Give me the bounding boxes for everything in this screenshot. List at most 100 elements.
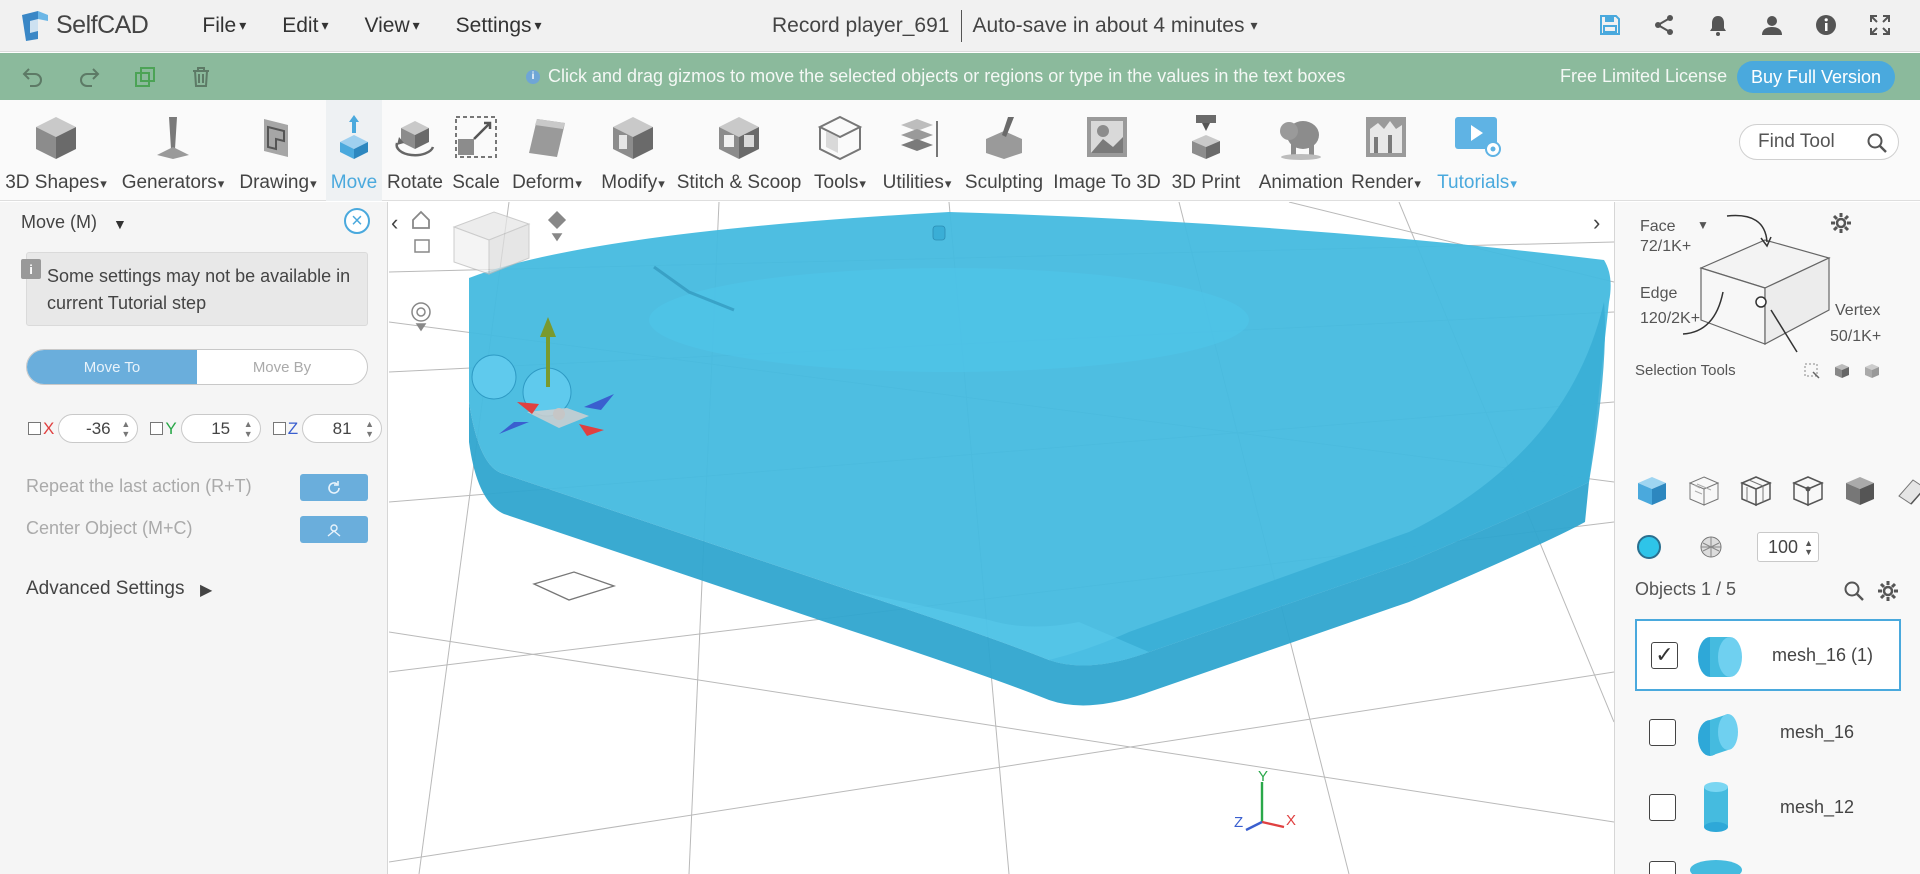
y-stepper-icon[interactable]: ▲ ▼ xyxy=(244,419,253,439)
menu-settings[interactable]: Settings xyxy=(438,14,560,38)
edge-mode-label[interactable]: Edge xyxy=(1640,285,1677,303)
tool-3d-print[interactable]: 3D Print xyxy=(1166,100,1246,201)
action-bar: i Click and drag gizmos to move the sele… xyxy=(0,53,1920,100)
menu-edit[interactable]: Edit xyxy=(264,14,346,38)
repeat-last-action-button[interactable] xyxy=(300,474,368,501)
sculpting-icon xyxy=(977,112,1031,162)
object-settings-gear-icon[interactable] xyxy=(1877,580,1899,607)
find-tool-search[interactable]: Find Tool xyxy=(1739,124,1899,160)
object-select-icon[interactable] xyxy=(1635,474,1669,508)
tool-label: Drawing xyxy=(239,172,316,194)
list-item[interactable]: mesh_16 xyxy=(1635,696,1901,768)
y-lock-checkbox[interactable] xyxy=(150,422,164,435)
tool-animation[interactable]: Animation xyxy=(1248,100,1354,201)
save-icon[interactable] xyxy=(1596,10,1624,40)
z-value: 81 xyxy=(332,418,352,438)
tool-utilities[interactable]: Utilities xyxy=(876,100,958,201)
vertex-select-icon[interactable] xyxy=(1791,474,1825,508)
move-to-option[interactable]: Move To xyxy=(27,350,197,384)
undo-icon[interactable] xyxy=(20,64,46,90)
tool-generators[interactable]: Generators xyxy=(116,100,230,201)
top-bar: SelfCAD File Edit View Settings Record p… xyxy=(0,0,1920,52)
share-icon[interactable] xyxy=(1650,10,1678,40)
opacity-stepper-icon[interactable]: ▲ ▼ xyxy=(1804,539,1813,557)
object-visibility-checkbox[interactable] xyxy=(1649,718,1676,746)
tool-sculpting[interactable]: Sculpting xyxy=(962,100,1046,201)
advanced-settings-toggle[interactable]: Advanced Settings xyxy=(26,578,184,600)
z-value-input[interactable]: 81 ▲ ▼ xyxy=(302,414,383,443)
drawing-icon xyxy=(251,112,305,162)
shell-select-icon[interactable] xyxy=(1843,474,1877,508)
object-search-icon[interactable] xyxy=(1843,580,1865,607)
tool-tutorials[interactable]: Tutorials xyxy=(1432,100,1522,201)
z-lock-checkbox[interactable] xyxy=(272,422,286,435)
panel-title-dropdown-icon[interactable]: ▼ xyxy=(113,216,127,232)
tool-label: 3D Print xyxy=(1171,172,1241,193)
redo-icon[interactable] xyxy=(76,64,102,90)
tool-label: Tutorials xyxy=(1437,172,1517,194)
deform-icon xyxy=(520,112,574,162)
tool-tools[interactable]: Tools xyxy=(808,100,872,201)
3d-viewport[interactable]: ‹ › Y X Z xyxy=(389,202,1614,874)
cube-icon xyxy=(29,112,83,162)
info-icon[interactable] xyxy=(1812,10,1840,40)
object-visibility-checkbox[interactable] xyxy=(1649,793,1676,821)
objects-header: Objects 1 / 5 xyxy=(1635,579,1737,599)
tool-label: Move xyxy=(330,172,378,193)
project-title[interactable]: Record player_691 xyxy=(772,14,949,38)
search-icon[interactable] xyxy=(1866,132,1888,160)
autosave-dropdown[interactable]: Auto-save in about 4 minutes xyxy=(972,14,1257,38)
material-texture-icon[interactable] xyxy=(1699,535,1723,564)
y-value-input[interactable]: 15 ▲ ▼ xyxy=(180,414,261,443)
object-visibility-checkbox[interactable]: ✓ xyxy=(1651,641,1678,669)
license-label: Free Limited License xyxy=(1560,66,1728,86)
plane-select-icon[interactable] xyxy=(1895,474,1920,508)
x-value-input[interactable]: -36 ▲ ▼ xyxy=(58,414,139,443)
top-icon-group xyxy=(1596,10,1894,40)
list-item[interactable] xyxy=(1635,844,1901,874)
vertex-mode-label[interactable]: Vertex xyxy=(1835,302,1880,320)
list-item[interactable]: ✓ mesh_16 (1) xyxy=(1635,619,1901,691)
collapse-left-arrow-icon[interactable]: ‹ xyxy=(391,210,398,236)
z-stepper-icon[interactable]: ▲ ▼ xyxy=(365,419,374,439)
move-by-option[interactable]: Move By xyxy=(197,350,367,384)
cylinder-thumbnail-icon xyxy=(1690,627,1746,683)
tool-scale[interactable]: Scale xyxy=(448,100,504,201)
selection-tool-row xyxy=(1635,474,1920,508)
edge-select-icon[interactable] xyxy=(1739,474,1773,508)
object-color-swatch[interactable] xyxy=(1637,535,1661,559)
face-mode-label[interactable]: Face xyxy=(1640,218,1676,236)
menu-view[interactable]: View xyxy=(346,14,437,38)
tool-ribbon: 3D Shapes Generators Drawing Move xyxy=(0,100,1920,201)
bell-icon[interactable] xyxy=(1704,10,1732,40)
face-select-icon[interactable] xyxy=(1687,474,1721,508)
user-icon[interactable] xyxy=(1758,10,1786,40)
menu-file[interactable]: File xyxy=(184,14,264,38)
tool-render[interactable]: Render xyxy=(1346,100,1426,201)
selfcad-logo[interactable]: SelfCAD xyxy=(18,9,149,43)
tool-3d-shapes[interactable]: 3D Shapes xyxy=(0,100,112,201)
tool-stitch-scoop[interactable]: Stitch & Scoop xyxy=(674,100,804,201)
tool-image-to-3d[interactable]: Image To 3D xyxy=(1050,100,1164,201)
x-lock-checkbox[interactable] xyxy=(28,422,41,435)
opacity-input[interactable]: 100 ▲ ▼ xyxy=(1757,532,1819,562)
image-to-3d-icon xyxy=(1080,112,1134,162)
fullscreen-icon[interactable] xyxy=(1866,10,1894,40)
list-item[interactable]: mesh_12 xyxy=(1635,771,1901,843)
x-stepper-icon[interactable]: ▲ ▼ xyxy=(121,419,130,439)
center-object-label: Center Object (M+C) xyxy=(26,518,193,538)
center-object-button[interactable] xyxy=(300,516,368,543)
copy-icon[interactable] xyxy=(132,64,158,90)
buy-full-version-button[interactable]: Buy Full Version xyxy=(1737,61,1895,93)
find-tool-placeholder: Find Tool xyxy=(1758,131,1835,152)
tool-rotate[interactable]: Rotate xyxy=(384,100,446,201)
trash-icon[interactable] xyxy=(188,64,214,90)
tool-move[interactable]: Move xyxy=(326,100,382,201)
expand-arrow-icon[interactable]: ▶ xyxy=(200,580,212,600)
tool-drawing[interactable]: Drawing xyxy=(232,100,324,201)
object-visibility-checkbox[interactable] xyxy=(1649,860,1676,874)
tool-modify[interactable]: Modify xyxy=(592,100,674,201)
close-panel-button[interactable]: × xyxy=(344,208,370,234)
collapse-right-arrow-icon[interactable]: › xyxy=(1593,210,1600,236)
tool-deform[interactable]: Deform xyxy=(506,100,588,201)
